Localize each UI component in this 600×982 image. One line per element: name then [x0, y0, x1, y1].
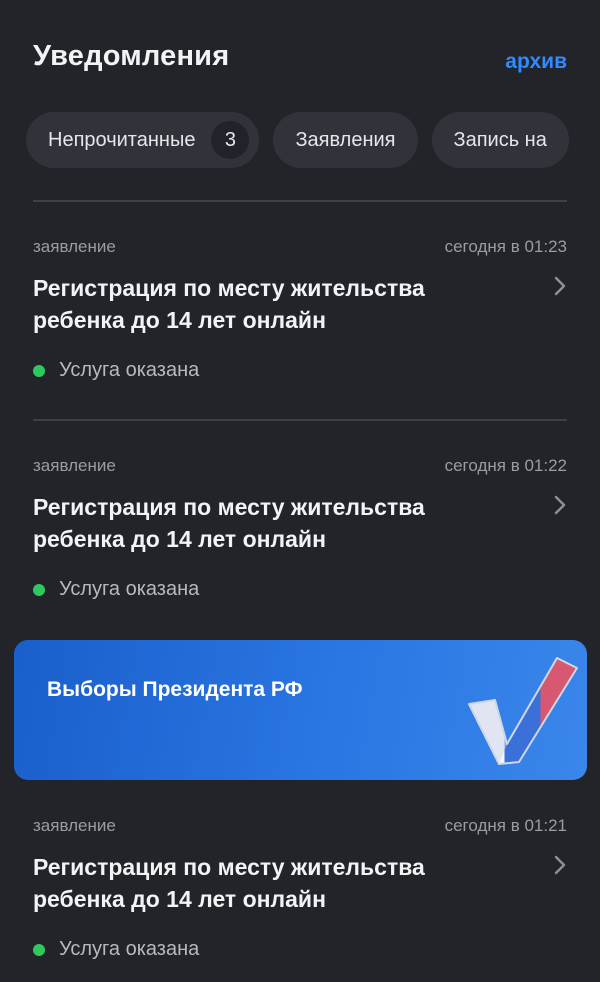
- chevron-right-icon: [554, 276, 566, 296]
- notification-status: Услуга оказана: [33, 359, 199, 382]
- notification-item[interactable]: заявление сегодня в 01:21 Регистрация по…: [33, 816, 567, 966]
- status-text: Услуга оказана: [59, 578, 200, 600]
- filter-chip-label: Заявления: [295, 128, 396, 151]
- chevron-right-icon: [554, 855, 566, 875]
- notification-type: заявление: [33, 816, 116, 835]
- filter-chip-label: Непрочитанные: [48, 128, 196, 151]
- archive-link[interactable]: архив: [505, 50, 567, 74]
- filter-chips: Непрочитанные 3 Заявления Запись на: [26, 112, 600, 168]
- notification-item[interactable]: заявление сегодня в 01:22 Регистрация по…: [33, 456, 567, 606]
- status-dot-icon: [33, 583, 45, 596]
- notification-title: Регистрация по месту жительства ребенка …: [33, 494, 425, 552]
- divider: [33, 200, 567, 202]
- chevron-right-icon: [554, 495, 566, 515]
- notification-type: заявление: [33, 456, 116, 475]
- filter-chip-label: Запись на: [453, 128, 547, 151]
- notification-status: Услуга оказана: [33, 938, 199, 961]
- unread-count-badge: 3: [211, 121, 250, 159]
- notification-type: заявление: [33, 237, 116, 256]
- notification-time: сегодня в 01:23: [444, 237, 567, 256]
- banner-title: Выборы Президента РФ: [47, 678, 303, 701]
- status-dot-icon: [33, 364, 45, 377]
- status-text: Услуга оказана: [59, 938, 200, 960]
- divider: [33, 419, 567, 421]
- status-text: Услуга оказана: [59, 359, 200, 381]
- notification-title: Регистрация по месту жительства ребенка …: [33, 275, 425, 333]
- filter-chip-unread[interactable]: Непрочитанные 3: [26, 112, 260, 168]
- filter-chip-applications[interactable]: Заявления: [273, 112, 418, 168]
- notification-item[interactable]: заявление сегодня в 01:23 Регистрация по…: [33, 237, 567, 387]
- checkmark-flag-icon: [468, 657, 578, 765]
- status-dot-icon: [33, 943, 45, 956]
- notification-status: Услуга оказана: [33, 578, 199, 601]
- elections-banner[interactable]: Выборы Президента РФ: [14, 640, 587, 780]
- notification-time: сегодня в 01:21: [444, 816, 567, 835]
- notification-title: Регистрация по месту жительства ребенка …: [33, 854, 425, 912]
- notification-time: сегодня в 01:22: [444, 456, 567, 475]
- filter-chip-appointments[interactable]: Запись на: [431, 112, 569, 168]
- page-title: Уведомления: [33, 40, 230, 72]
